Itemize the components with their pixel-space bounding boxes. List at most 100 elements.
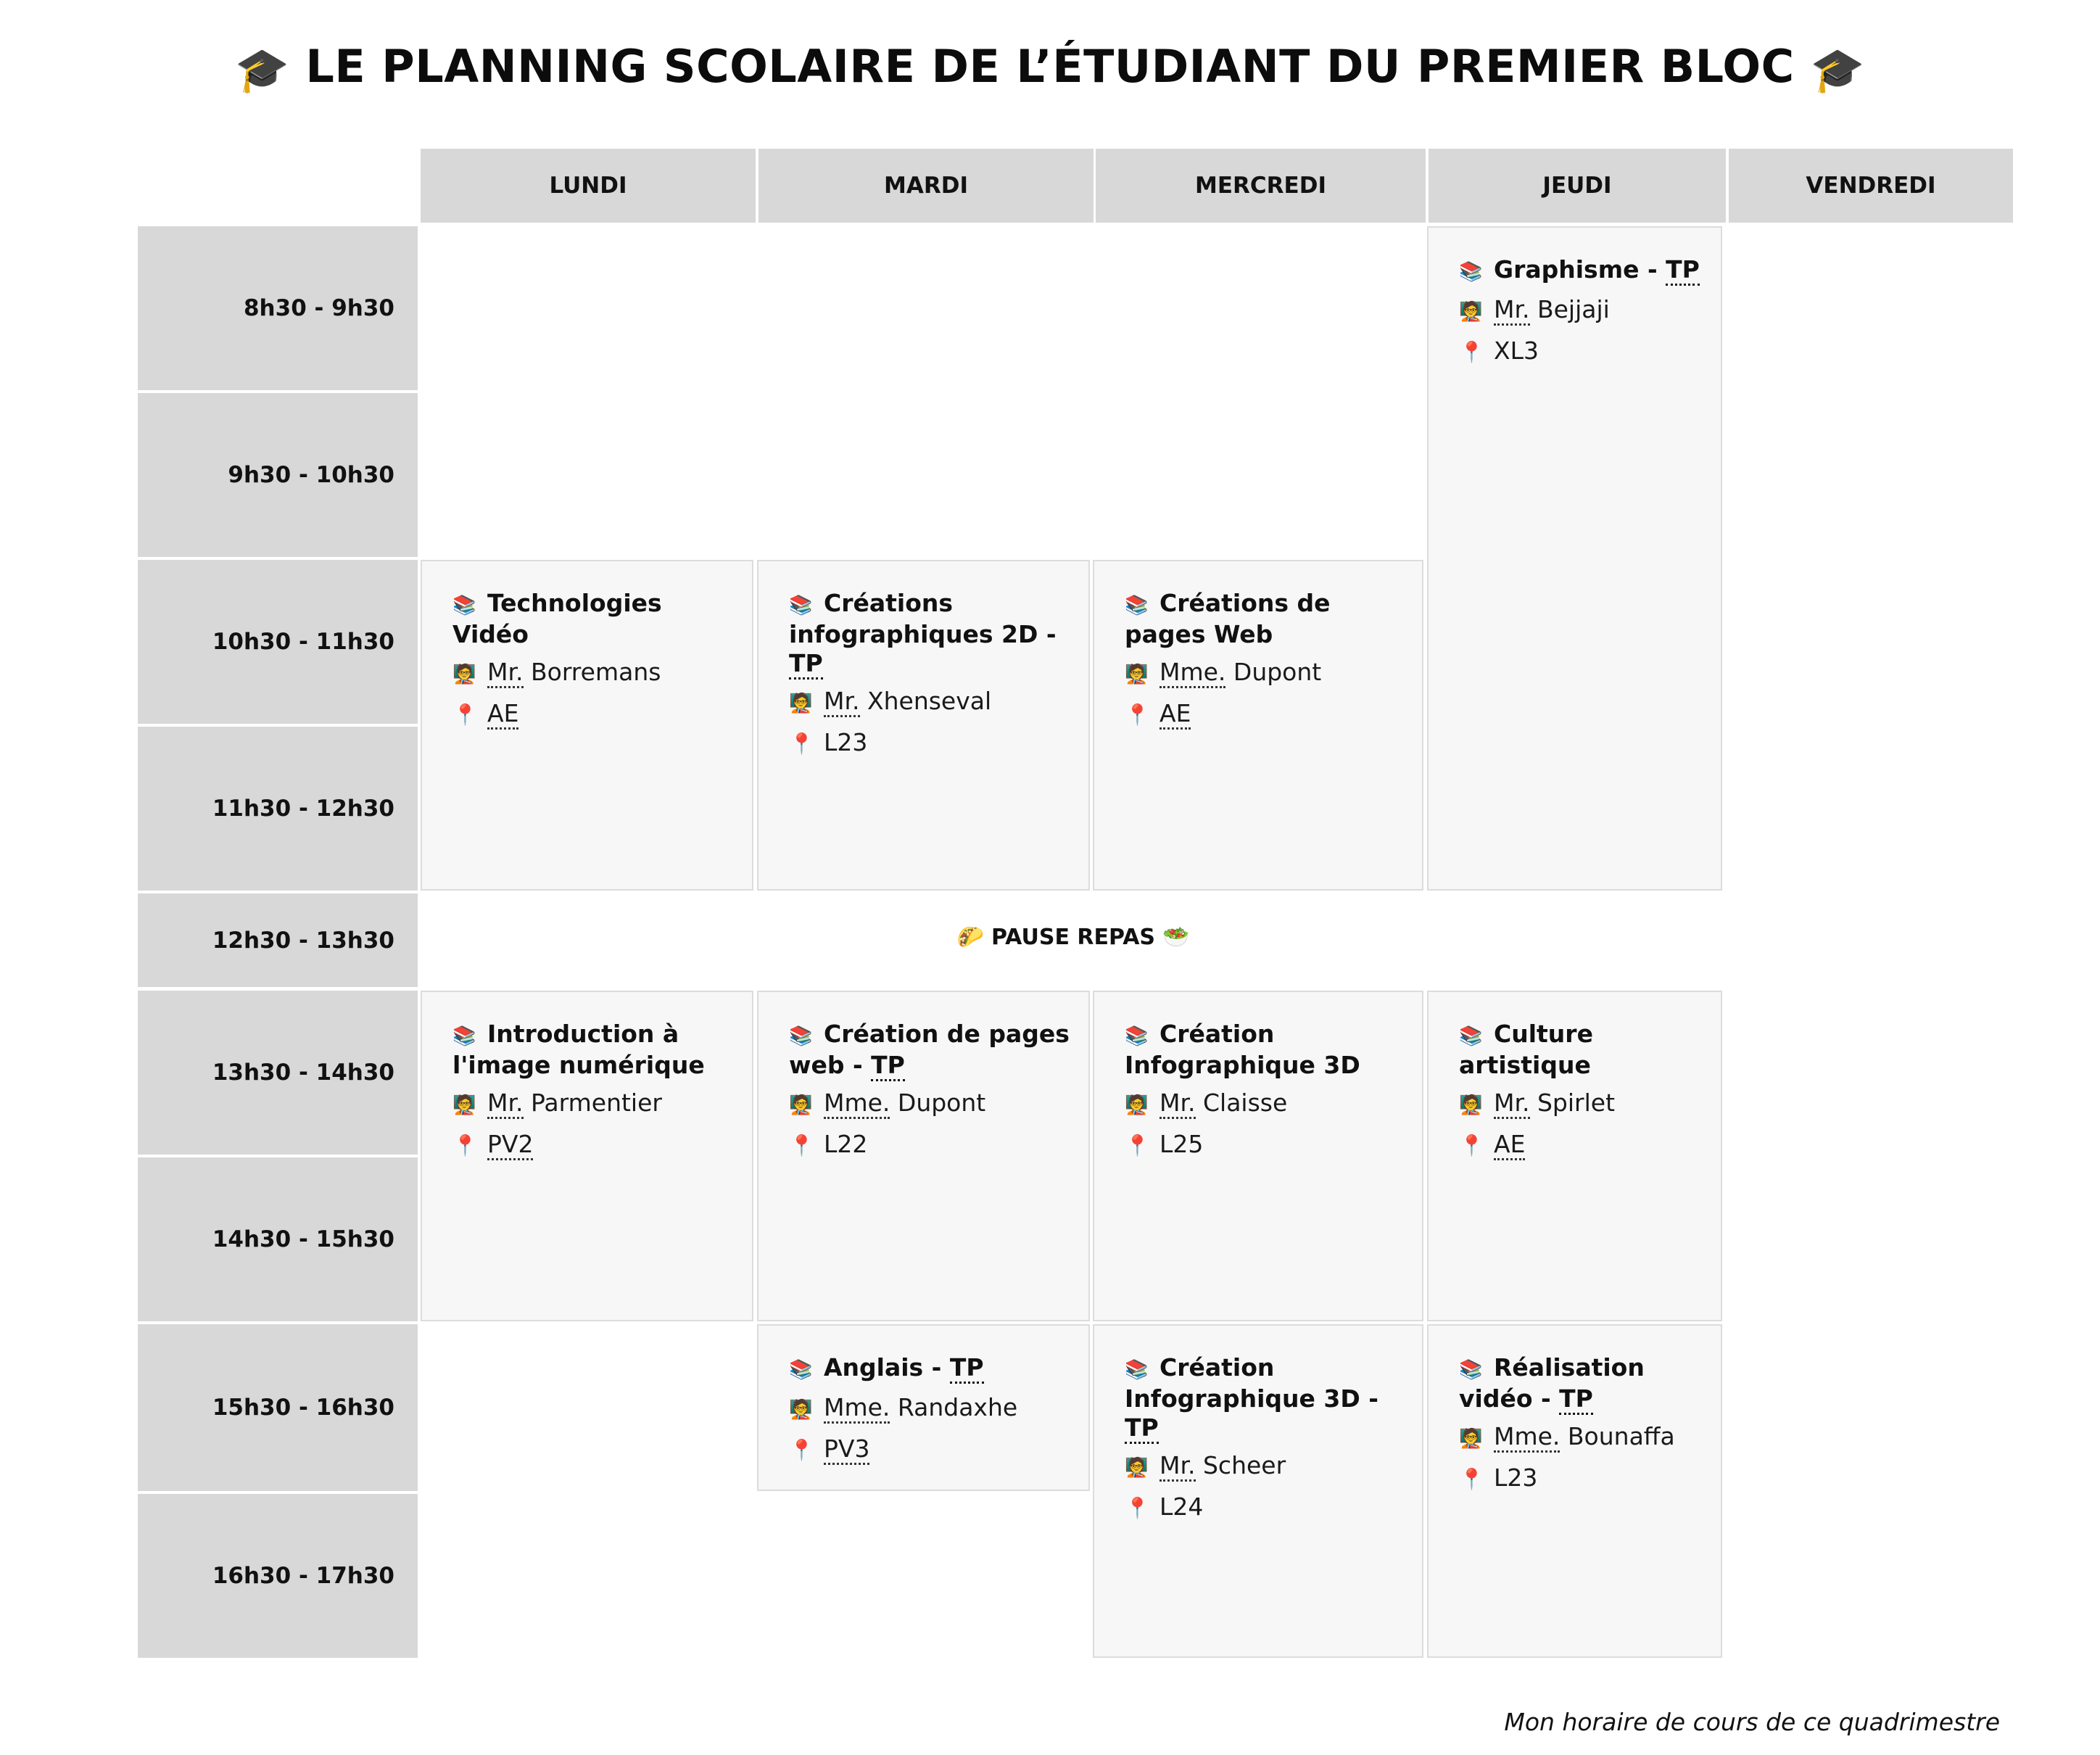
time-slot: 15h30 - 16h30 (138, 1324, 418, 1491)
pin-icon: 📍 (1459, 1133, 1484, 1157)
teacher-title: Mr. (1159, 1089, 1196, 1119)
time-slot: 13h30 - 14h30 (138, 991, 418, 1155)
teacher-name: Bejjaji (1529, 295, 1610, 323)
day-header-mercredi: MERCREDI (1096, 149, 1426, 223)
pin-icon: 📍 (452, 703, 478, 727)
teacher-title: Mr. (487, 1089, 524, 1119)
teacher-name: Xhenseval (859, 687, 992, 715)
course-name: Graphisme - (1494, 255, 1666, 284)
books-icon: 📚 (452, 595, 476, 616)
day-header-mardi: MARDI (758, 149, 1094, 223)
footer-caption: Mon horaire de cours de ce quadrimestre (1504, 1708, 2000, 1736)
course-card[interactable]: 📚 Culture artistique 🧑‍🏫 Mr. Spirlet 📍 AE (1427, 991, 1722, 1321)
page-title: 🎓 LE PLANNING SCOLAIRE DE L’ÉTUDIANT DU … (0, 40, 2100, 96)
books-icon: 📚 (789, 595, 813, 616)
lunch-break: 🌮 PAUSE REPAS 🥗 (421, 893, 1726, 980)
course-card[interactable]: 📚 Réalisation vidéo - TP 🧑‍🏫 Mme. Bounaffa… (1427, 1324, 1722, 1658)
books-icon: 📚 (789, 1359, 813, 1381)
teacher-name: Dupont (890, 1089, 986, 1117)
taco-icon: 🌮 (956, 924, 984, 950)
course-card[interactable]: 📚 Graphisme - TP 🧑‍🏫 Mr. Bejjaji 📍 XL3 (1427, 226, 1722, 891)
teacher-icon: 🧑‍🏫 (452, 664, 476, 685)
room-abbr: AE (1494, 1130, 1526, 1160)
room-abbr: AE (1159, 699, 1191, 730)
pin-icon: 📍 (789, 1438, 814, 1462)
teacher-title: Mr. (1159, 1451, 1196, 1482)
time-slot: 16h30 - 17h30 (138, 1494, 418, 1658)
teacher-icon: 🧑‍🏫 (1125, 1094, 1149, 1116)
course-name: Création de pages web - (789, 1020, 1070, 1079)
course-card[interactable]: 📚 Créations de pages Web 🧑‍🏫 Mme. Dupont 📍… (1093, 560, 1423, 891)
teacher-name: Randaxhe (890, 1393, 1018, 1421)
pin-icon: 📍 (452, 1133, 478, 1157)
teacher-name: Bounaffa (1560, 1422, 1675, 1450)
time-slot: 14h30 - 15h30 (138, 1157, 418, 1321)
time-slot: 12h30 - 13h30 (138, 893, 418, 987)
salad-icon: 🥗 (1162, 924, 1190, 950)
course-name: Création Infographique 3D - (1125, 1353, 1378, 1413)
teacher-name: Spirlet (1529, 1089, 1616, 1117)
books-icon: 📚 (789, 1025, 813, 1047)
teacher-icon: 🧑‍🏫 (789, 693, 813, 714)
books-icon: 📚 (1125, 1359, 1149, 1381)
graduation-cap-icon: 🎓 (235, 45, 290, 96)
course-name: Introduction à l'image numérique (452, 1020, 705, 1079)
pin-icon: 📍 (789, 732, 814, 756)
teacher-icon: 🧑‍🏫 (789, 1094, 813, 1116)
time-slot: 10h30 - 11h30 (138, 560, 418, 724)
pin-icon: 📍 (1459, 1467, 1484, 1491)
course-card[interactable]: 📚 Créations infographiques 2D - TP 🧑‍🏫 Mr.… (757, 560, 1090, 891)
teacher-title: Mr. (1494, 1089, 1530, 1119)
day-header-vendredi: VENDREDI (1729, 149, 2013, 223)
room: L23 (824, 728, 868, 756)
course-card[interactable]: 📚 Création de pages web - TP 🧑‍🏫 Mme. Dupo… (757, 991, 1090, 1321)
teacher-icon: 🧑‍🏫 (1125, 1457, 1149, 1479)
teacher-icon: 🧑‍🏫 (452, 1094, 476, 1116)
pin-icon: 📍 (1459, 340, 1484, 364)
course-card[interactable]: 📚 Anglais - TP 🧑‍🏫 Mme. Randaxhe 📍 PV3 (757, 1324, 1090, 1491)
course-card[interactable]: 📚 Introduction à l'image numérique 🧑‍🏫 Mr.… (421, 991, 753, 1321)
course-name: Anglais - (824, 1353, 950, 1382)
room: L25 (1159, 1130, 1204, 1158)
room-abbr: PV2 (487, 1130, 534, 1160)
course-name: Technologies Vidéo (452, 589, 662, 648)
course-tag: TP (1125, 1413, 1159, 1444)
course-name: Créations infographiques 2D - (789, 589, 1057, 648)
time-slot: 9h30 - 10h30 (138, 393, 418, 557)
teacher-icon: 🧑‍🏫 (789, 1399, 813, 1421)
teacher-title: Mr. (824, 687, 860, 717)
course-card[interactable]: 📚 Création Infographique 3D 🧑‍🏫 Mr. Claiss… (1093, 991, 1423, 1321)
course-name: Créations de pages Web (1125, 589, 1331, 648)
course-tag: TP (949, 1353, 984, 1384)
course-name: Réalisation vidéo - (1459, 1353, 1645, 1413)
teacher-title: Mr. (1494, 295, 1530, 326)
teacher-icon: 🧑‍🏫 (1125, 664, 1149, 685)
course-tag: TP (1666, 255, 1700, 286)
room: L22 (824, 1130, 868, 1158)
room-abbr: PV3 (824, 1434, 870, 1465)
course-card[interactable]: 📚 Technologies Vidéo 🧑‍🏫 Mr. Borremans 📍 AE (421, 560, 753, 891)
day-header-jeudi: JEUDI (1429, 149, 1726, 223)
room-abbr: AE (487, 699, 519, 730)
pin-icon: 📍 (1125, 703, 1150, 727)
lunch-break-label: PAUSE REPAS (991, 924, 1156, 950)
books-icon: 📚 (1459, 261, 1483, 283)
teacher-name: Parmentier (523, 1089, 662, 1117)
books-icon: 📚 (1125, 595, 1149, 616)
books-icon: 📚 (452, 1025, 476, 1047)
course-tag: TP (1559, 1384, 1593, 1415)
teacher-title: Mme. (824, 1393, 890, 1424)
teacher-title: Mme. (1159, 658, 1226, 688)
room: L23 (1494, 1463, 1538, 1492)
course-card[interactable]: 📚 Création Infographique 3D - TP 🧑‍🏫 Mr. S… (1093, 1324, 1423, 1658)
pin-icon: 📍 (789, 1133, 814, 1157)
teacher-name: Borremans (523, 658, 661, 686)
teacher-icon: 🧑‍🏫 (1459, 301, 1483, 323)
pin-icon: 📍 (1125, 1496, 1150, 1520)
room: XL3 (1494, 336, 1539, 365)
teacher-icon: 🧑‍🏫 (1459, 1428, 1483, 1450)
teacher-title: Mme. (1494, 1422, 1560, 1453)
time-slot: 8h30 - 9h30 (138, 226, 418, 390)
course-tag: TP (871, 1051, 905, 1081)
teacher-name: Claisse (1195, 1089, 1288, 1117)
